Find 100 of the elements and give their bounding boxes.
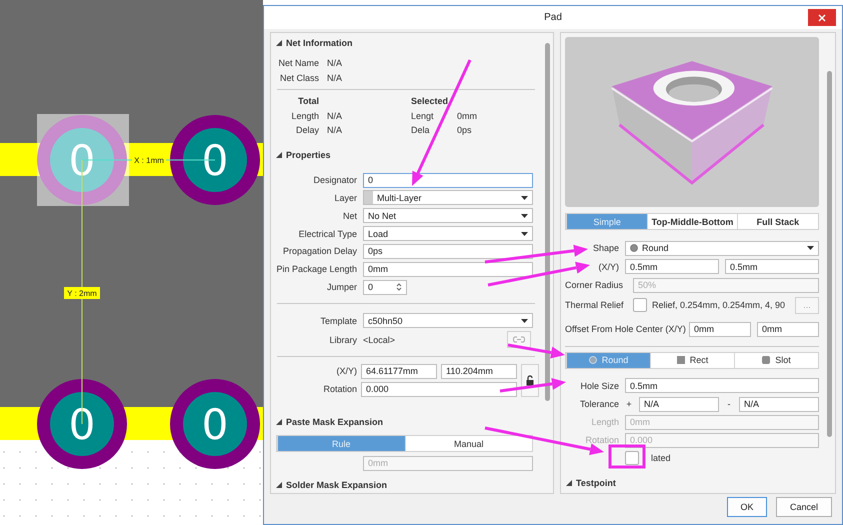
field-label: Corner Radius	[565, 280, 624, 290]
shape-dropdown[interactable]: Round	[625, 240, 819, 256]
field-label: Propagation Delay	[282, 246, 357, 256]
text-field[interactable]: 110.204mm	[441, 364, 517, 379]
padlock-icon	[526, 374, 534, 386]
circle-icon	[588, 356, 597, 364]
text-field[interactable]: N/A	[739, 396, 819, 412]
info-value: N/A	[327, 125, 344, 136]
checkbox[interactable]	[633, 298, 647, 312]
checkbox[interactable]	[625, 451, 639, 466]
field-label: Rotation	[322, 384, 357, 394]
dropdown[interactable]: c50hn50	[363, 313, 533, 328]
spin-arrows-icon[interactable]	[396, 282, 402, 292]
caret-icon	[521, 318, 528, 323]
info-label: Lengt	[411, 110, 435, 121]
text-field[interactable]: 0ps	[363, 244, 533, 259]
info-label: Delay	[294, 125, 319, 136]
text-field[interactable]: 64.61177mm	[361, 364, 437, 379]
info-value: 0mm	[457, 110, 478, 121]
caret-icon	[807, 246, 814, 250]
text-field[interactable]: 0mm	[689, 322, 751, 337]
layer-dropdown[interactable]: Multi-Layer	[363, 190, 533, 206]
text-field[interactable]: 0	[363, 172, 533, 188]
field-label: (X/Y)	[597, 262, 619, 272]
pad[interactable]: 0	[37, 379, 127, 469]
annotation-arrow	[500, 378, 566, 392]
field-label: Library	[328, 334, 357, 345]
field-label: Offset From Hole Center (X/Y)	[565, 324, 683, 334]
field-label: Hole Size	[579, 380, 619, 391]
layer-color-swatch	[364, 191, 373, 204]
text-field[interactable]: 0mm	[363, 262, 533, 277]
info-label: Length	[290, 110, 319, 121]
info-value: N/A	[327, 72, 344, 83]
dimension-label: X : 1mm	[134, 156, 164, 165]
collapse-triangle-icon[interactable]	[566, 480, 572, 486]
collapse-triangle-icon[interactable]	[276, 152, 282, 158]
field-label: Net	[342, 210, 357, 221]
section-title: Net Information	[286, 38, 352, 48]
close-icon	[818, 14, 826, 22]
hole-shape-tab[interactable]: Rect	[650, 352, 734, 368]
highlight-frame	[608, 444, 646, 468]
field-label: Length	[590, 417, 619, 428]
view-tab[interactable]: Top-Middle-Bottom	[647, 214, 737, 230]
thermal-relief-value: Relief, 0.254mm, 0.254mm, 4, 90	[652, 300, 786, 310]
caret-icon	[521, 232, 528, 236]
rounded-square-icon	[762, 356, 770, 364]
dropdown[interactable]: Load	[363, 226, 533, 242]
field-label: Template	[319, 316, 357, 326]
annotation-arrow	[508, 344, 565, 358]
text-field[interactable]: 0.5mm	[625, 378, 819, 394]
info-label: Dela	[411, 125, 431, 136]
info-value: 0ps	[457, 125, 473, 136]
hole-shape-tab[interactable]: Slot	[734, 352, 818, 368]
info-value: N/A	[327, 58, 344, 68]
field-label: (X/Y)	[335, 366, 357, 376]
info-value: N/A	[327, 110, 344, 121]
text-field[interactable]: 0.5mm	[625, 259, 719, 274]
field-label: Jumper	[326, 282, 357, 292]
dimension-label: Y : 2mm	[64, 287, 100, 299]
field-label: Tolerance	[578, 399, 619, 410]
link-icon	[513, 336, 525, 344]
pad[interactable]: 0	[170, 115, 260, 205]
dialog-button[interactable]: Cancel	[776, 497, 832, 517]
field-label: Shape	[592, 243, 619, 254]
text-field[interactable]: 0.000	[361, 382, 517, 397]
section-title: Paste Mask Expansion	[286, 416, 384, 427]
field-label: Electrical Type	[298, 228, 357, 239]
section-title: Solder Mask Expansion	[286, 480, 388, 490]
minus-sign: -	[726, 399, 732, 410]
spin-field[interactable]: 0	[363, 280, 407, 295]
collapse-triangle-icon[interactable]	[276, 482, 282, 488]
checkbox-label: lated	[651, 453, 671, 464]
field-label: Pin Package Length	[275, 264, 357, 274]
lock-button[interactable]	[521, 364, 539, 397]
section-title: Properties	[286, 150, 331, 160]
text-field[interactable]: 0.5mm	[725, 259, 819, 274]
dialog-title: Pad	[544, 12, 562, 23]
info-label: Net Name	[277, 58, 319, 68]
field-label: Layer	[333, 192, 357, 203]
field-label: Thermal Relief	[565, 300, 625, 310]
library-value: <Local>	[363, 334, 396, 345]
close-button[interactable]	[808, 9, 836, 26]
text-field[interactable]: N/A	[639, 396, 719, 412]
collapse-triangle-icon[interactable]	[276, 40, 282, 46]
pad[interactable]: 0	[170, 379, 260, 469]
caret-icon	[521, 196, 528, 200]
info-label: Net Class	[278, 72, 319, 83]
dialog-button[interactable]: OK	[727, 497, 767, 517]
square-icon	[676, 356, 685, 364]
dropdown[interactable]: No Net	[363, 208, 533, 224]
section-title: Testpoint	[576, 478, 616, 488]
plus-sign: +	[625, 399, 633, 410]
field-label: Designator	[312, 175, 357, 185]
view-tab[interactable]: Full Stack	[736, 214, 818, 230]
column-heading: Selected	[411, 96, 449, 106]
circle-icon	[630, 244, 638, 252]
track	[0, 407, 41, 440]
caret-icon	[521, 214, 528, 218]
field-label: Rotation	[584, 435, 619, 446]
text-field[interactable]: 0mm	[757, 322, 819, 337]
